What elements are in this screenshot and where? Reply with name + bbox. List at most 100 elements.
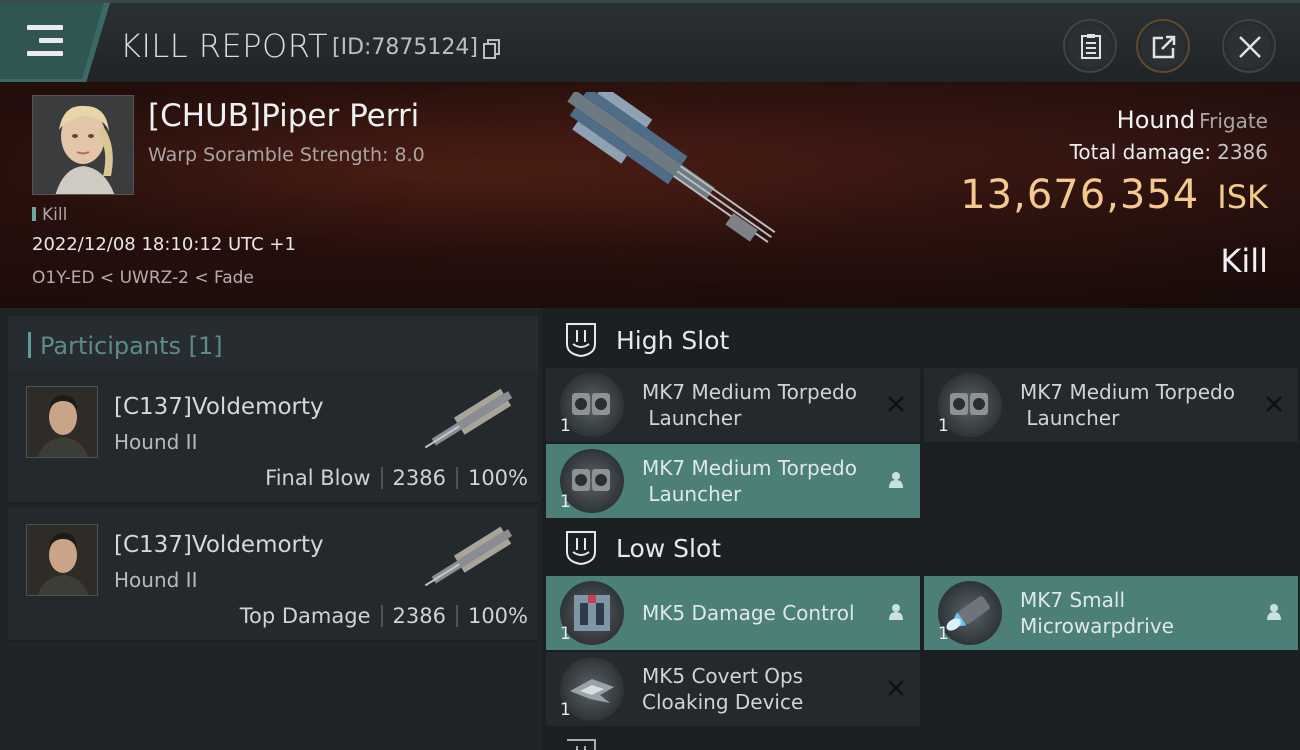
module-item[interactable]: 1 MK7 Medium Torpedo Launcher [546,368,920,442]
destroyed-icon [888,680,904,696]
high-slot-icon [566,323,596,358]
fitting-panel: High Slot 1 MK7 Medium Torpedo Launcher [542,308,1300,750]
isk-amount: 13,676,354 [960,172,1200,218]
stats-divider [380,467,383,489]
participants-header: Participants [1] [8,316,538,374]
participants-empty-area [8,646,538,750]
participant-stats: Top Damage 2386 100% [240,604,528,628]
dropped-person-icon [889,472,903,488]
module-name: MK7 Medium Torpedo Launcher [1020,379,1250,431]
report-id: [ID:7875124] [332,35,478,60]
module-name-line: Launcher [642,482,742,506]
module-name: MK7 Small Microwarpdrive [1020,587,1250,639]
ship-class: Frigate [1199,109,1268,133]
kill-tag: Kill [32,205,67,225]
total-damage-value: 2386 [1217,140,1268,164]
high-slot-label: High Slot [616,326,730,355]
participant-damage: 2386 [392,604,446,628]
kill-location[interactable]: O1Y-ED < UWRZ-2 < Fade [32,268,254,288]
participant-row[interactable]: [C137]Voldemorty Hound II Final Blow 2386… [8,370,538,504]
low-slot-label: Low Slot [616,534,722,563]
module-item[interactable]: 1 MK5 Damage Control [546,576,920,650]
module-quantity: 1 [560,492,571,512]
participant-percent: 100% [467,604,528,628]
destroyed-icon [1266,396,1282,412]
module-name-line: MK7 Medium Torpedo [642,380,857,404]
stats-divider [380,605,383,627]
header-bar: KILL REPORT [ID:7875124] [0,0,1300,85]
module-name-line: Launcher [642,406,742,430]
kill-result: Kill [1220,242,1268,280]
high-slot-header: High Slot [546,310,1300,370]
module-name: MK7 Medium Torpedo Launcher [642,379,872,431]
dropped-person-icon [889,604,903,620]
module-quantity: 1 [938,416,949,436]
total-damage-label: Total damage: [1069,140,1212,164]
victim-ship-image [567,92,776,243]
participant-ship: Hound II [114,430,198,454]
stats-divider [455,605,458,627]
low-slot-icon [566,531,596,566]
close-icon [1239,36,1261,58]
participant-stats: Final Blow 2386 100% [265,466,528,490]
module-name-line: Cloaking Device [642,690,804,714]
page-title: KILL REPORT [120,27,329,65]
participant-name[interactable]: [C137]Voldemorty [114,532,324,558]
victim-name[interactable]: [CHUB]Piper Perri [148,98,419,134]
participant-avatar[interactable] [26,386,98,458]
low-slot-header: Low Slot [546,518,1300,578]
module-name-line: MK7 Medium Torpedo [1020,380,1235,404]
participants-title: Participants [1] [40,332,223,360]
module-name-line: MK7 Medium Torpedo [642,456,857,480]
isk-value: 13,676,354 ISK [960,172,1268,218]
participant-role: Top Damage [239,604,371,628]
participant-percent: 100% [467,466,528,490]
destroyed-icon [888,396,904,412]
module-name: MK5 Covert Ops Cloaking Device [642,663,872,715]
participants-panel: Participants [1] [C137]Voldemorty Hound … [0,308,542,750]
module-name-line: MK5 Covert Ops [642,664,804,688]
participant-ship-image [424,526,513,587]
module-item[interactable]: 1 MK7 Small Microwarpdrive [924,576,1298,650]
module-quantity: 1 [938,624,949,644]
dropped-person-icon [1267,604,1281,620]
stats-divider [455,467,458,489]
close-button[interactable] [1222,19,1276,73]
module-item[interactable]: 1 MK7 Medium Torpedo Launcher [546,444,920,518]
menu-button[interactable] [0,3,110,85]
module-name: MK5 Damage Control [642,600,872,626]
warp-scramble-strength: Warp Soramble Strength: 8.0 [148,144,425,166]
report-icon [1081,34,1101,59]
share-button[interactable] [1136,19,1190,73]
module-name-line: Launcher [1020,406,1120,430]
victim-ship[interactable]: Hound Frigate [1117,106,1268,134]
mid-slot-icon [567,739,596,750]
participant-row[interactable]: [C137]Voldemorty Hound II Top Damage 2386… [8,508,538,642]
participant-avatar[interactable] [26,524,98,596]
kill-datetime: 2022/12/08 18:10:12 UTC +1 [32,234,296,255]
report-button[interactable] [1063,19,1117,73]
module-quantity: 1 [560,416,571,436]
module-item[interactable]: 1 MK7 Medium Torpedo Launcher [924,368,1298,442]
module-name-line: MK7 Small [1020,588,1125,612]
module-name-line: MK5 Damage Control [642,601,855,625]
module-quantity: 1 [560,624,571,644]
share-icon [1152,35,1176,59]
module-quantity: 1 [560,700,571,720]
participant-name[interactable]: [C137]Voldemorty [114,394,324,420]
participant-ship: Hound II [114,568,198,592]
module-name: MK7 Medium Torpedo Launcher [642,455,872,507]
menu-icon [27,25,63,57]
participant-damage: 2386 [392,466,446,490]
participant-ship-image [424,388,513,449]
ship-name: Hound [1116,106,1196,134]
copy-icon[interactable] [483,39,501,59]
victim-banner: [CHUB]Piper Perri Warp Soramble Strength… [0,82,1300,308]
participant-role: Final Blow [265,466,371,490]
mid-slot-header-peek [546,732,1300,750]
module-name-line: Microwarpdrive [1020,614,1174,638]
isk-unit: ISK [1217,178,1268,216]
victim-avatar[interactable] [32,95,134,195]
module-item[interactable]: 1 MK5 Covert Ops Cloaking Device [546,652,920,726]
total-damage: Total damage: 2386 [1070,140,1268,164]
